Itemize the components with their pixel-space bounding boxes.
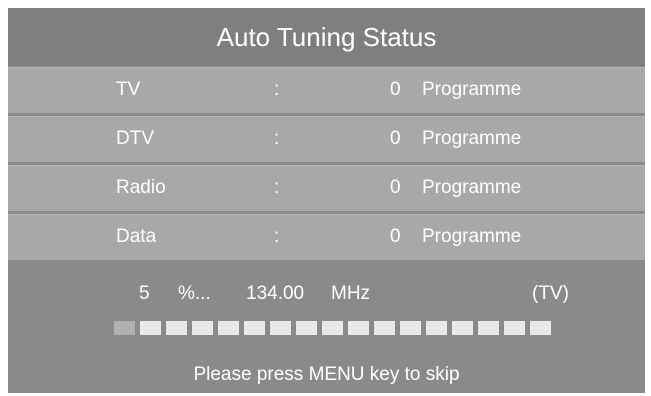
row-unit: Programme bbox=[422, 226, 522, 247]
progress-segment-empty bbox=[348, 321, 369, 335]
row-unit: Programme bbox=[422, 79, 522, 100]
progress-segment-empty bbox=[270, 321, 291, 335]
row-data: Data : 0 Programme bbox=[8, 214, 645, 260]
progress-segment-filled bbox=[114, 321, 135, 335]
progress-segment-empty bbox=[530, 321, 551, 335]
row-label: DTV bbox=[116, 128, 154, 149]
dialog-title: Auto Tuning Status bbox=[216, 21, 437, 52]
frequency-value: 134.00 bbox=[246, 283, 305, 304]
programme-count-list: TV : 0 Programme DTV : 0 Programme Radio… bbox=[8, 67, 645, 263]
progress-segment-empty bbox=[478, 321, 499, 335]
tuning-mode: (TV) bbox=[532, 283, 569, 304]
progress-bar bbox=[114, 321, 551, 335]
progress-segment-empty bbox=[504, 321, 525, 335]
progress-segment-empty bbox=[166, 321, 187, 335]
progress-segment-empty bbox=[322, 321, 343, 335]
dialog-title-bar: Auto Tuning Status bbox=[8, 8, 645, 66]
progress-segment-empty bbox=[140, 321, 161, 335]
row-count: 0 bbox=[390, 177, 401, 198]
row-count: 0 bbox=[390, 128, 401, 149]
auto-tuning-dialog: Auto Tuning Status TV : 0 Programme DTV … bbox=[8, 8, 645, 393]
skip-hint: Please press MENU key to skip bbox=[193, 364, 460, 385]
row-label: Radio bbox=[116, 177, 166, 198]
progress-segment-empty bbox=[192, 321, 213, 335]
row-dtv: DTV : 0 Programme bbox=[8, 116, 645, 162]
progress-segment-empty bbox=[400, 321, 421, 335]
progress-segment-empty bbox=[218, 321, 239, 335]
progress-segment-empty bbox=[374, 321, 395, 335]
row-unit: Programme bbox=[422, 128, 522, 149]
row-unit: Programme bbox=[422, 177, 522, 198]
progress-percent-suffix: %... bbox=[178, 283, 211, 304]
tuning-status-line: 5 %... 134.00 MHz (TV) bbox=[8, 283, 645, 311]
row-count: 0 bbox=[390, 226, 401, 247]
row-label: TV bbox=[116, 79, 141, 100]
frequency-unit: MHz bbox=[331, 283, 371, 304]
progress-segment-empty bbox=[452, 321, 473, 335]
progress-segment-empty bbox=[244, 321, 265, 335]
progress-percent: 5 bbox=[139, 283, 150, 304]
row-separator: : bbox=[274, 226, 280, 247]
row-radio: Radio : 0 Programme bbox=[8, 165, 645, 211]
row-tv: TV : 0 Programme bbox=[8, 67, 645, 113]
row-separator: : bbox=[274, 79, 280, 100]
progress-segment-empty bbox=[296, 321, 317, 335]
progress-segment-empty bbox=[426, 321, 447, 335]
row-count: 0 bbox=[390, 79, 401, 100]
row-separator: : bbox=[274, 177, 280, 198]
row-label: Data bbox=[116, 226, 157, 247]
row-separator: : bbox=[274, 128, 280, 149]
